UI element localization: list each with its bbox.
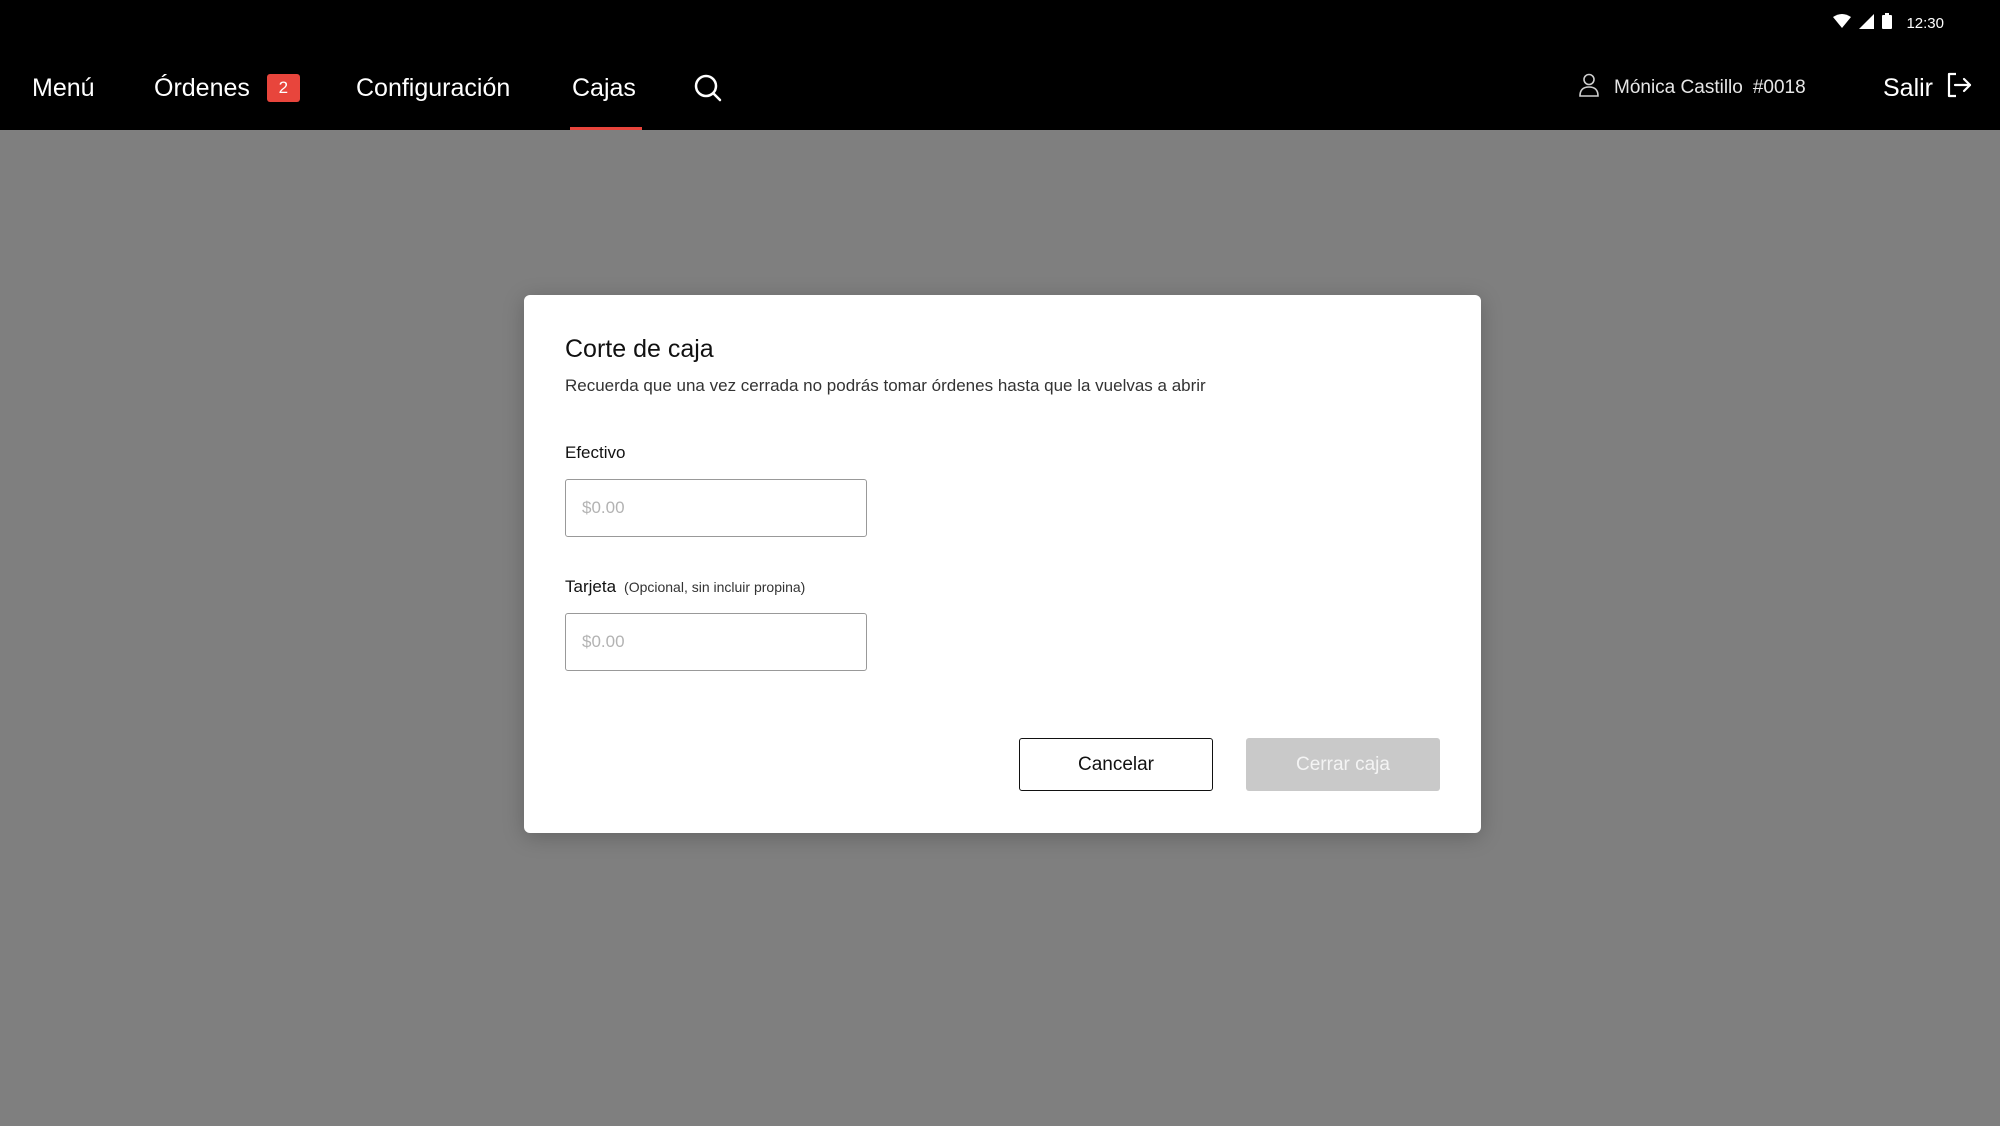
cash-field-label: Efectivo [565, 443, 625, 463]
user-name: Mónica Castillo [1614, 77, 1743, 98]
close-register-dialog: Corte de caja Recuerda que una vez cerra… [524, 295, 1481, 833]
user-info: Mónica Castillo #0018 [1578, 46, 1806, 130]
nav-item-label: Menú [32, 73, 95, 102]
nav-item-configuration[interactable]: Configuración [356, 46, 510, 130]
nav-item-cajas[interactable]: Cajas [570, 46, 642, 130]
card-field-note: (Opcional, sin incluir propina) [624, 579, 806, 595]
nav-item-orders[interactable]: Órdenes 2 [154, 46, 300, 130]
battery-icon [1882, 13, 1893, 34]
nav-item-label: Configuración [356, 73, 511, 102]
active-tab-indicator [570, 127, 642, 130]
logout-label: Salir [1883, 73, 1934, 102]
logout-icon [1933, 71, 1973, 106]
cash-label-text: Efectivo [565, 443, 626, 462]
dialog-description: Recuerda que una vez cerrada no podrás t… [565, 376, 1206, 395]
card-label-text: Tarjeta [565, 577, 617, 596]
orders-count-badge: 2 [266, 74, 300, 102]
close-register-button[interactable]: Cerrar caja [1246, 738, 1440, 791]
status-time: 12:30 [1906, 15, 1944, 32]
status-icons: 12:30 [1833, 13, 1944, 34]
cash-amount-input[interactable] [565, 479, 867, 537]
top-nav: Menú Órdenes 2 Configuración Cajas Mónic… [0, 46, 2000, 130]
user-icon [1578, 73, 1600, 103]
nav-item-label: Cajas [572, 73, 636, 102]
wifi-icon [1833, 13, 1852, 34]
cancel-button[interactable]: Cancelar [1019, 738, 1213, 791]
logout-button[interactable]: Salir [1883, 46, 1973, 130]
card-amount-input[interactable] [565, 613, 867, 671]
nav-item-label: Órdenes [154, 73, 250, 102]
signal-icon [1859, 13, 1875, 34]
search-icon[interactable] [693, 73, 723, 103]
card-field-label: Tarjeta (Opcional, sin incluir propina) [565, 577, 805, 597]
status-bar: 12:30 [0, 0, 2000, 46]
nav-item-menu[interactable]: Menú [32, 46, 95, 130]
dialog-title: Corte de caja [565, 335, 714, 363]
user-code: #0018 [1752, 77, 1806, 98]
